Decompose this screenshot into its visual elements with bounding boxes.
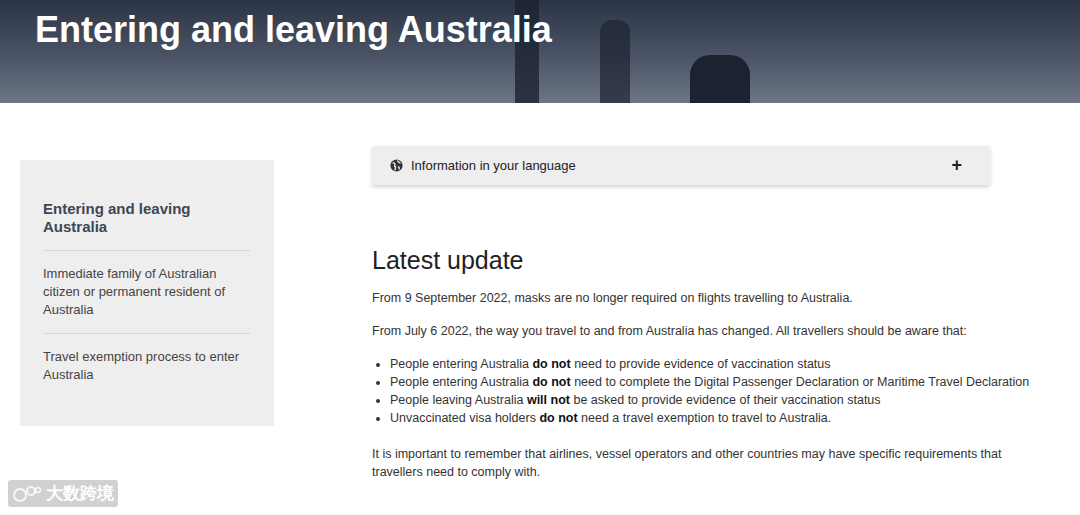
list-item: People entering Australia do not need to… (390, 373, 1032, 391)
section-heading: Latest update (372, 245, 1032, 275)
sidebar-item[interactable]: Entering and leaving Australia (43, 186, 250, 250)
paragraph: It is important to remember that airline… (372, 445, 1032, 481)
watermark-text: 大数跨境 (46, 482, 114, 505)
list-item: People leaving Australia will not be ask… (390, 391, 1032, 409)
paragraph: From 9 September 2022, masks are no long… (372, 289, 1032, 307)
paragraph: From July 6 2022, the way you travel to … (372, 322, 1032, 340)
plus-icon[interactable]: + (951, 155, 972, 176)
page-title: Entering and leaving Australia (0, 0, 1080, 52)
sidebar-item[interactable]: Immediate family of Australian citizen o… (43, 250, 250, 333)
language-accordion[interactable]: Information in your language + (372, 146, 990, 185)
list-item: People entering Australia do not need to… (390, 355, 1032, 373)
sidebar: Entering and leaving AustraliaImmediate … (20, 160, 274, 426)
accordion-label: Information in your language (411, 158, 943, 173)
watermark-logo-icon (12, 484, 42, 504)
watermark: 大数跨境 (8, 480, 118, 507)
globe-icon (390, 159, 403, 172)
banner-photo-figure (690, 55, 750, 103)
page: Entering and leaving Australia Entering … (0, 0, 1080, 515)
bullet-list: People entering Australia do not need to… (372, 355, 1032, 427)
sidebar-item[interactable]: Travel exemption process to enter Austra… (43, 333, 250, 398)
main-content: Information in your language + Latest up… (372, 146, 1032, 496)
page-banner: Entering and leaving Australia (0, 0, 1080, 103)
page-body: Entering and leaving AustraliaImmediate … (0, 103, 1080, 496)
list-item: Unvaccinated visa holders do not need a … (390, 409, 1032, 427)
banner-photo-figure (600, 20, 630, 103)
